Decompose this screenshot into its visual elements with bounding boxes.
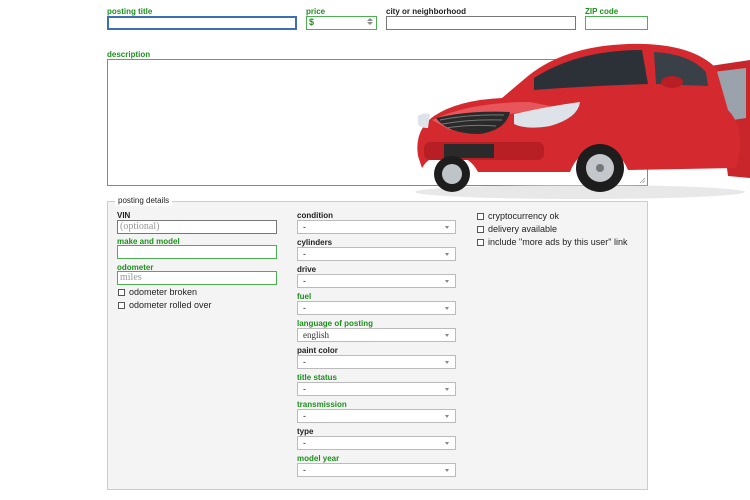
currency-symbol: $ (309, 17, 315, 27)
drive-select-value: - (303, 276, 306, 286)
fuel-select[interactable]: - (297, 301, 456, 315)
fuel-select-value: - (303, 303, 306, 313)
checkbox-icon[interactable] (477, 225, 484, 233)
chevron-down-icon (445, 307, 449, 310)
cryptocurrency-ok-checkbox[interactable]: cryptocurrency ok (477, 211, 559, 221)
chevron-down-icon (445, 253, 449, 256)
odometer-broken-checkbox[interactable]: odometer broken (118, 287, 197, 297)
paint-color-select-value: - (303, 357, 306, 367)
paint-color-select[interactable]: - (297, 355, 456, 369)
checkbox-label: odometer broken (129, 287, 198, 297)
chevron-down-icon (445, 442, 449, 445)
odometer-rolled-over-checkbox[interactable]: odometer rolled over (118, 300, 212, 310)
language-select[interactable]: english (297, 328, 456, 342)
condition-select[interactable]: - (297, 220, 456, 234)
transmission-select[interactable]: - (297, 409, 456, 423)
posting-details-legend: posting details (115, 196, 173, 206)
checkbox-label: odometer rolled over (129, 300, 212, 310)
city-input[interactable] (386, 16, 576, 30)
type-select[interactable]: - (297, 436, 456, 450)
checkbox-label: include "more ads by this user" link (488, 237, 628, 247)
cylinders-select-value: - (303, 249, 306, 259)
chevron-down-icon (445, 361, 449, 364)
drive-select[interactable]: - (297, 274, 456, 288)
chevron-down-icon (445, 388, 449, 391)
make-model-input[interactable] (117, 245, 277, 259)
vin-placeholder: (optional) (120, 221, 160, 232)
chevron-down-icon (445, 226, 449, 229)
odometer-input[interactable]: miles (117, 271, 277, 285)
checkbox-label: delivery available (488, 224, 558, 234)
chevron-down-icon (445, 469, 449, 472)
checkbox-icon[interactable] (118, 288, 125, 296)
odometer-placeholder: miles (120, 272, 142, 283)
price-stepper-icon[interactable] (366, 17, 374, 29)
checkbox-icon[interactable] (118, 301, 125, 309)
posting-title-input[interactable] (107, 16, 297, 30)
car-image (415, 43, 750, 199)
language-select-value: english (303, 330, 329, 340)
model-year-select-value: - (303, 465, 306, 475)
type-select-value: - (303, 438, 306, 448)
checkbox-icon[interactable] (477, 212, 484, 220)
title-status-select[interactable]: - (297, 382, 456, 396)
title-status-select-value: - (303, 384, 306, 394)
price-input[interactable]: $ (306, 16, 377, 30)
chevron-down-icon (445, 280, 449, 283)
model-year-select[interactable]: - (297, 463, 456, 477)
zip-input[interactable] (585, 16, 648, 30)
delivery-available-checkbox[interactable]: delivery available (477, 224, 557, 234)
checkbox-icon[interactable] (477, 238, 484, 246)
chevron-down-icon (445, 334, 449, 337)
chevron-down-icon (445, 415, 449, 418)
cylinders-select[interactable]: - (297, 247, 456, 261)
vin-input[interactable]: (optional) (117, 220, 277, 234)
transmission-select-value: - (303, 411, 306, 421)
more-ads-link-checkbox[interactable]: include "more ads by this user" link (477, 237, 627, 247)
condition-select-value: - (303, 222, 306, 232)
checkbox-label: cryptocurrency ok (488, 211, 560, 221)
